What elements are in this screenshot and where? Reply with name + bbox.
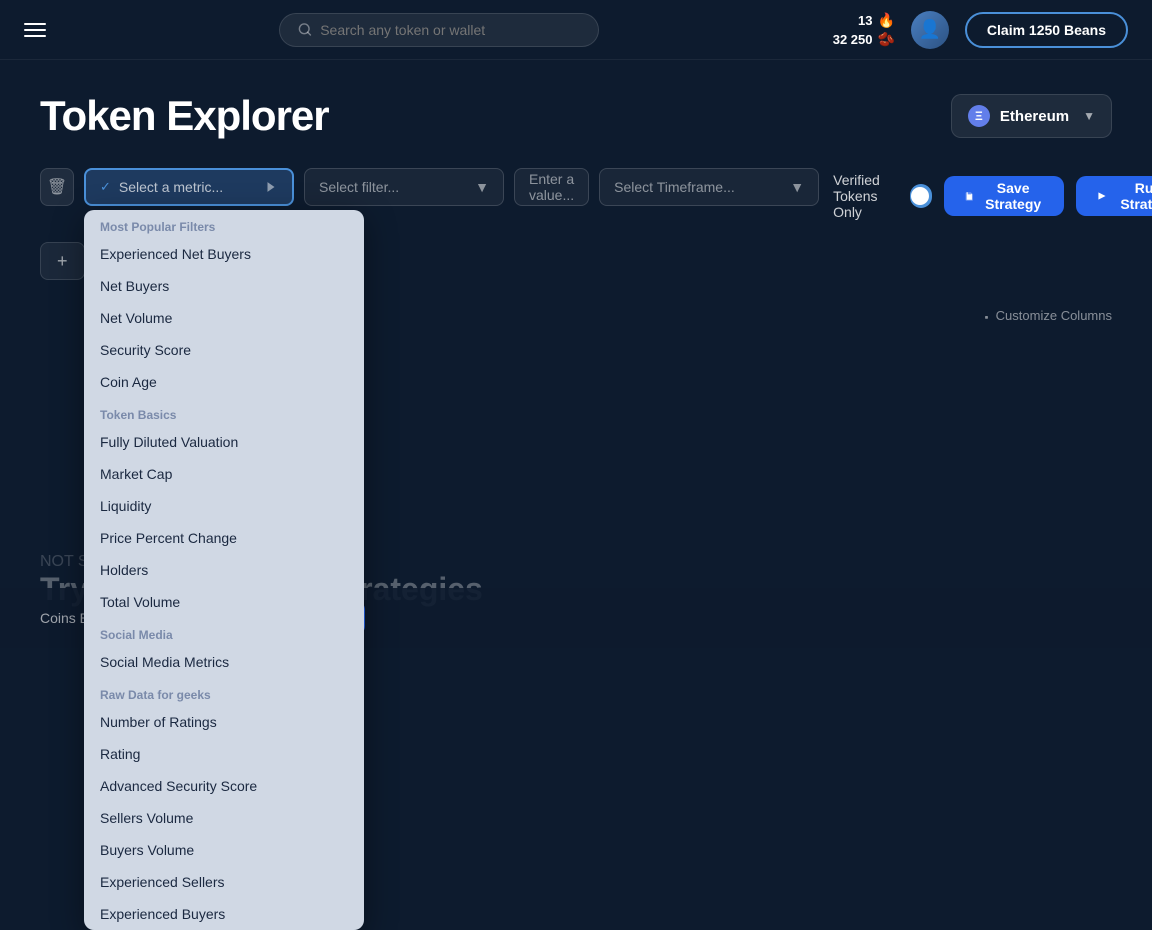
- toggle-knob: [911, 187, 929, 205]
- item-label: Rating: [100, 746, 140, 762]
- eth-icon: Ξ: [968, 105, 990, 127]
- avatar[interactable]: 👤: [911, 11, 949, 49]
- item-label: Security Score: [100, 342, 191, 358]
- filter-select-label: Select filter...: [319, 179, 399, 195]
- verified-toggle[interactable]: [910, 184, 932, 208]
- dropdown-item-net-buyers[interactable]: Net Buyers: [84, 270, 364, 302]
- item-label: Experienced Buyers: [100, 906, 225, 922]
- value-input[interactable]: Enter a value...: [514, 168, 589, 206]
- claim-button[interactable]: Claim 1250 Beans: [965, 12, 1128, 48]
- item-label: Net Volume: [100, 310, 172, 326]
- item-label: Experienced Sellers: [100, 874, 225, 890]
- item-label: Liquidity: [100, 498, 151, 514]
- dropdown-item-coin-age[interactable]: Coin Age: [84, 366, 364, 398]
- item-label: Social Media Metrics: [100, 654, 229, 670]
- stat-count1: 13: [858, 13, 872, 28]
- item-label: Experienced Net Buyers: [100, 246, 251, 262]
- dropdown-section-popular: Most Popular Filters: [84, 210, 364, 238]
- customize-icon: [976, 309, 990, 323]
- value-placeholder: Enter a value...: [529, 171, 574, 203]
- filter-actions-wrapper: 🗑 ✓ Select a metric... Most Popular Filt…: [40, 168, 1112, 224]
- bean-icon: 🫘: [877, 31, 894, 48]
- dropdown-item-holders[interactable]: Holders: [84, 554, 364, 586]
- timeframe-chevron-icon: ▼: [790, 179, 804, 195]
- chevron-down-icon: ▼: [1083, 109, 1095, 123]
- dropdown-item-social-media[interactable]: Social Media Metrics: [84, 646, 364, 678]
- dropdown-item-net-volume[interactable]: Net Volume: [84, 302, 364, 334]
- metric-trigger[interactable]: ✓ Select a metric...: [84, 168, 294, 206]
- item-label: Price Percent Change: [100, 530, 237, 546]
- save-strategy-button[interactable]: Save Strategy: [944, 176, 1064, 216]
- network-selector[interactable]: Ξ Ethereum ▼: [951, 94, 1112, 138]
- timeframe-label: Select Timeframe...: [614, 179, 735, 195]
- run-label: Run Strategy: [1116, 180, 1152, 212]
- dropdown-item-rating[interactable]: Rating: [84, 738, 364, 770]
- main-content: Token Explorer Ξ Ethereum ▼ 🗑 ✓ Select a…: [0, 60, 1152, 359]
- cursor-icon: [264, 180, 278, 194]
- plus-icon: +: [57, 251, 68, 272]
- dropdown-item-adv-security[interactable]: Advanced Security Score: [84, 770, 364, 802]
- item-label: Fully Diluted Valuation: [100, 434, 238, 450]
- stats-display: 13 🔥 32 250 🫘: [833, 12, 895, 48]
- dropdown-item-fdv[interactable]: Fully Diluted Valuation: [84, 426, 364, 458]
- verified-tokens-row: Verified Tokens Only: [833, 172, 932, 220]
- item-label: Total Volume: [100, 594, 180, 610]
- stat-count2: 32 250: [833, 32, 873, 47]
- run-strategy-button[interactable]: Run Strategy 1: [1076, 176, 1152, 216]
- dropdown-item-exp-net-buyers[interactable]: Experienced Net Buyers: [84, 238, 364, 270]
- dropdown-section-token-basics: Token Basics: [84, 398, 364, 426]
- dropdown-item-exp-buyers[interactable]: Experienced Buyers: [84, 898, 364, 930]
- network-name: Ethereum: [1000, 108, 1069, 125]
- filter-select[interactable]: Select filter... ▼: [304, 168, 504, 206]
- item-label: Market Cap: [100, 466, 172, 482]
- filter-chevron-icon: ▼: [475, 179, 489, 195]
- item-label: Sellers Volume: [100, 810, 193, 826]
- metric-trigger-label: Select a metric...: [119, 179, 256, 195]
- save-icon: [964, 188, 975, 204]
- dropdown-section-social: Social Media: [84, 618, 364, 646]
- dropdown-item-num-ratings[interactable]: Number of Ratings: [84, 706, 364, 738]
- checkmark-icon: ✓: [100, 179, 111, 195]
- hamburger-menu[interactable]: [24, 23, 46, 37]
- dropdown-section-raw: Raw Data for geeks: [84, 678, 364, 706]
- dropdown-item-market-cap[interactable]: Market Cap: [84, 458, 364, 490]
- customize-label: Customize Columns: [996, 308, 1112, 323]
- item-label: Holders: [100, 562, 148, 578]
- page-title: Token Explorer: [40, 92, 329, 140]
- verified-label: Verified Tokens Only: [833, 172, 900, 220]
- dropdown-item-price-pct[interactable]: Price Percent Change: [84, 522, 364, 554]
- timeframe-select[interactable]: Select Timeframe... ▼: [599, 168, 819, 206]
- page-title-row: Token Explorer Ξ Ethereum ▼: [40, 92, 1112, 140]
- item-label: Coin Age: [100, 374, 157, 390]
- header-right: 13 🔥 32 250 🫘 👤 Claim 1250 Beans: [833, 11, 1128, 49]
- filter-row: 🗑 ✓ Select a metric... Most Popular Filt…: [40, 168, 819, 206]
- header-left: [24, 23, 46, 37]
- item-label: Buyers Volume: [100, 842, 194, 858]
- dropdown-item-buyers-volume[interactable]: Buyers Volume: [84, 834, 364, 866]
- metric-dropdown-menu: Most Popular Filters Experienced Net Buy…: [84, 210, 364, 930]
- filter-delete-button[interactable]: 🗑: [40, 168, 74, 206]
- search-input[interactable]: [320, 22, 580, 38]
- filter-actions-right: Verified Tokens Only Save Strategy Run S…: [833, 172, 1152, 220]
- header: 13 🔥 32 250 🫘 👤 Claim 1250 Beans: [0, 0, 1152, 60]
- dropdown-item-total-volume[interactable]: Total Volume: [84, 586, 364, 618]
- eth-symbol: Ξ: [975, 109, 983, 123]
- save-label: Save Strategy: [982, 180, 1043, 212]
- dropdown-item-sellers-volume[interactable]: Sellers Volume: [84, 802, 364, 834]
- dropdown-item-security-score[interactable]: Security Score: [84, 334, 364, 366]
- customize-columns-link[interactable]: Customize Columns: [976, 308, 1112, 323]
- item-label: Number of Ratings: [100, 714, 217, 730]
- dropdown-item-exp-sellers[interactable]: Experienced Sellers: [84, 866, 364, 898]
- dropdown-item-liquidity[interactable]: Liquidity: [84, 490, 364, 522]
- item-label: Net Buyers: [100, 278, 169, 294]
- search-bar[interactable]: [279, 13, 599, 47]
- add-filter-button[interactable]: +: [40, 242, 85, 280]
- metric-dropdown-container: ✓ Select a metric... Most Popular Filter…: [84, 168, 294, 206]
- fire-icon: 🔥: [877, 12, 894, 29]
- run-icon: [1096, 188, 1108, 204]
- search-icon: [298, 22, 312, 37]
- item-label: Advanced Security Score: [100, 778, 257, 794]
